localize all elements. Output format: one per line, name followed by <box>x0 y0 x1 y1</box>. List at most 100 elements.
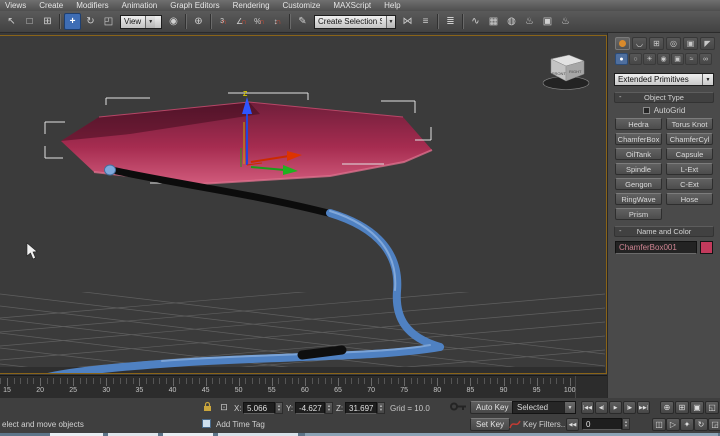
spinner-snap-button[interactable]: ↕∩ <box>269 13 286 30</box>
pan-view-button[interactable]: ✦ <box>680 418 694 431</box>
mirror-button[interactable]: ⋈ <box>399 13 416 30</box>
z-spinner[interactable]: ▲▼ <box>377 402 385 414</box>
zoom-extents-button[interactable]: ▣ <box>690 401 704 414</box>
button-oiltank[interactable]: OilTank <box>615 148 662 160</box>
percent-snap-button[interactable]: %∩ <box>251 13 268 30</box>
material-editor-button[interactable]: ◍ <box>503 13 520 30</box>
viewcube[interactable]: FRONT RIGHT <box>543 55 589 90</box>
menu-animation[interactable]: Animation <box>122 0 158 11</box>
button-capsule[interactable]: Capsule <box>666 148 713 160</box>
category-cameras[interactable]: ◉ <box>657 53 670 65</box>
category-helpers[interactable]: ▣ <box>671 53 684 65</box>
menu-graph-editors[interactable]: Graph Editors <box>170 0 219 11</box>
maximize-viewport-button[interactable]: ◲ <box>708 418 720 431</box>
primitive-category-dropdown[interactable]: Extended Primitives ▼ <box>614 73 714 86</box>
selection-region-button[interactable]: □ <box>21 13 38 30</box>
button-gengon[interactable]: Gengon <box>615 178 662 190</box>
zoom-region-button[interactable]: ◱ <box>705 401 719 414</box>
select-and-scale-button[interactable]: ◰ <box>100 13 117 30</box>
current-frame-field[interactable]: 0 <box>582 418 622 430</box>
menu-rendering[interactable]: Rendering <box>233 0 270 11</box>
edit-named-selection-sets-button[interactable]: ✎ <box>294 13 311 30</box>
tab-utilities[interactable]: ◤ <box>700 37 715 50</box>
object-color-swatch[interactable] <box>700 241 713 254</box>
use-pivot-center-button[interactable]: ◉ <box>165 13 182 30</box>
frame-spinner[interactable]: ▲▼ <box>622 418 630 430</box>
window-crossing-button[interactable]: ⊞ <box>39 13 56 30</box>
button-ringwave[interactable]: RingWave <box>615 193 662 205</box>
next-frame-button[interactable]: |▶ <box>623 401 636 414</box>
zoom-all-button[interactable]: ⊞ <box>675 401 689 414</box>
tab-hierarchy[interactable]: ⊞ <box>649 37 664 50</box>
viewport[interactable]: Z FRONT RIGHT <box>0 35 607 374</box>
go-to-end-button[interactable]: ▶▶| <box>637 401 650 414</box>
previous-frame-button[interactable]: ◀| <box>595 401 608 414</box>
tab-modify[interactable]: ◡ <box>632 37 647 50</box>
menu-modifiers[interactable]: Modifiers <box>76 0 108 11</box>
button-chamferbox[interactable]: ChamferBox <box>615 133 662 145</box>
z-coordinate-field[interactable]: 31.697 <box>345 402 377 414</box>
auto-key-button[interactable]: Auto Key <box>470 401 514 414</box>
button-hose[interactable]: Hose <box>666 193 713 205</box>
select-object-button[interactable]: ↖ <box>3 13 20 30</box>
y-spinner[interactable]: ▲▼ <box>325 402 333 414</box>
category-shapes[interactable]: ○ <box>629 53 642 65</box>
render-setup-button[interactable]: ♨ <box>521 13 538 30</box>
set-key-button[interactable]: Set Key <box>470 418 510 431</box>
x-coordinate-field[interactable]: 5.066 <box>243 402 275 414</box>
hose-endcap <box>105 165 116 175</box>
object-type-rollout-header[interactable]: - Object Type <box>614 92 714 103</box>
x-spinner[interactable]: ▲▼ <box>275 402 283 414</box>
play-button[interactable]: ▶ <box>609 401 622 414</box>
select-and-manipulate-button[interactable]: ⊕ <box>190 13 207 30</box>
select-and-rotate-button[interactable]: ↻ <box>82 13 99 30</box>
render-production-button[interactable]: ♨ <box>557 13 574 30</box>
absolute-mode-toggle[interactable]: ⊡ <box>218 401 230 413</box>
menu-maxscript[interactable]: MAXScript <box>333 0 371 11</box>
y-coordinate-field[interactable]: -4.627 <box>295 402 325 414</box>
orbit-button[interactable]: ↻ <box>694 418 708 431</box>
go-to-start-button[interactable]: |◀◀ <box>581 401 594 414</box>
viewport-layout-button[interactable]: ◫ <box>652 418 666 431</box>
button-c-ext[interactable]: C-Ext <box>666 178 713 190</box>
button-prism[interactable]: Prism <box>615 208 662 220</box>
autogrid-checkbox[interactable] <box>643 107 650 114</box>
add-time-tag[interactable]: Add Time Tag <box>216 420 265 429</box>
key-mode-toggle[interactable]: ◀◀ <box>566 418 579 431</box>
button-spindle[interactable]: Spindle <box>615 163 662 175</box>
object-name-field[interactable]: ChamferBox001 <box>615 241 697 254</box>
button-chamfercyl[interactable]: ChamferCyl <box>666 133 713 145</box>
rendered-frame-window-button[interactable]: ▣ <box>539 13 556 30</box>
field-of-view-button[interactable]: ▷ <box>666 418 680 431</box>
align-button[interactable]: ≡ <box>417 13 434 30</box>
key-filters-button[interactable]: Key Filters... <box>523 420 567 429</box>
reference-coordinate-dropdown[interactable]: View ▼ <box>120 15 162 29</box>
name-color-rollout-header[interactable]: - Name and Color <box>614 226 714 237</box>
button-l-ext[interactable]: L-Ext <box>666 163 713 175</box>
hose-spline[interactable] <box>48 165 440 373</box>
button-hedra[interactable]: Hedra <box>615 118 662 130</box>
category-lights[interactable]: ☀ <box>643 53 656 65</box>
layer-manager-button[interactable]: ≣ <box>442 13 459 30</box>
tab-create[interactable] <box>615 37 630 50</box>
selection-lock-button[interactable] <box>202 401 213 413</box>
category-geometry[interactable]: ● <box>615 53 628 65</box>
button-torus-knot[interactable]: Torus Knot <box>666 118 713 130</box>
zoom-button[interactable]: ⊕ <box>660 401 674 414</box>
angle-snap-button[interactable]: ∠∩ <box>233 13 250 30</box>
tab-display[interactable]: ▣ <box>683 37 698 50</box>
named-selection-set-dropdown[interactable]: Create Selection Se ▼ <box>314 15 396 29</box>
schematic-view-button[interactable]: ▦ <box>485 13 502 30</box>
menu-views[interactable]: Views <box>5 0 26 11</box>
category-systems[interactable]: ∞ <box>699 53 712 65</box>
category-spacewarps[interactable]: ≈ <box>685 53 698 65</box>
tab-motion[interactable]: ◎ <box>666 37 681 50</box>
menu-create[interactable]: Create <box>39 0 63 11</box>
curve-editor-button[interactable]: ∿ <box>467 13 484 30</box>
menu-customize[interactable]: Customize <box>283 0 321 11</box>
select-and-move-button[interactable]: + <box>64 13 81 30</box>
menu-help[interactable]: Help <box>384 0 400 11</box>
time-selection-dropdown[interactable]: Selected▼ <box>512 401 576 414</box>
snap-toggle-3d-button[interactable]: 3∩ <box>215 13 232 30</box>
trackbar-ruler[interactable]: 1520253035404550556065707580859095100 <box>0 376 576 399</box>
